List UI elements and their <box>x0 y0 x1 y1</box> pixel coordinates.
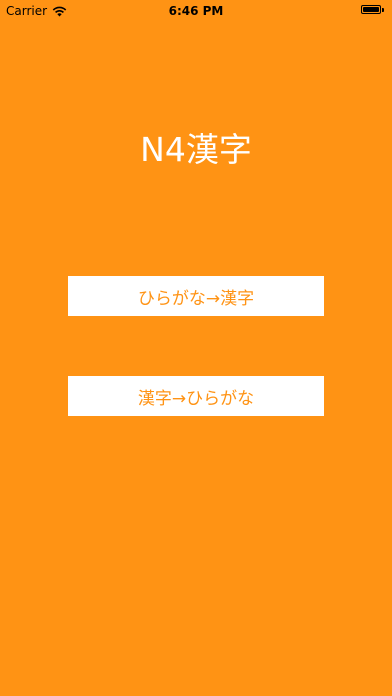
kanji-to-hiragana-button[interactable]: 漢字→ひらがな <box>68 376 324 416</box>
battery-cap <box>382 7 384 12</box>
app-title: N4漢字 <box>140 130 252 169</box>
battery-fill <box>363 7 379 12</box>
battery-icon <box>361 5 384 14</box>
status-bar: Carrier 6:46 PM <box>0 0 392 22</box>
battery-body <box>361 5 381 14</box>
status-right <box>361 5 384 14</box>
hiragana-to-kanji-button[interactable]: ひらがな→漢字 <box>68 276 324 316</box>
status-time: 6:46 PM <box>168 4 224 18</box>
